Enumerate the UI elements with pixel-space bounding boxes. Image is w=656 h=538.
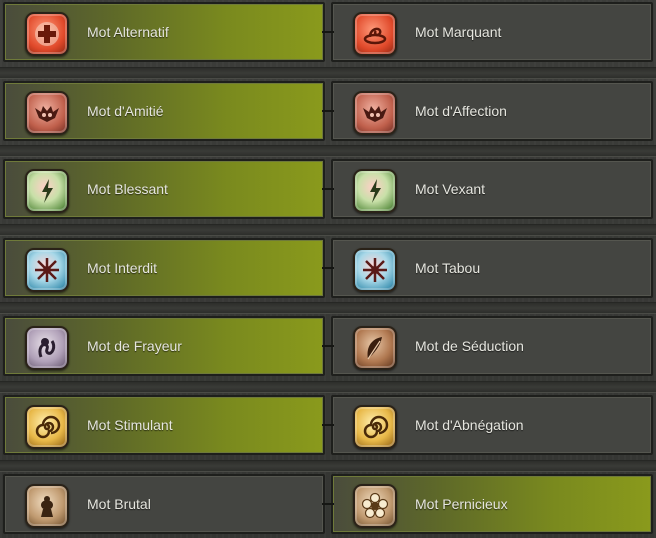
bolt-icon	[353, 169, 397, 213]
variant-connector	[322, 188, 334, 190]
bat-icon	[25, 91, 69, 135]
spiral-icon	[353, 405, 397, 449]
row-separator	[0, 67, 656, 79]
spell-name: Mot Pernicieux	[415, 496, 508, 512]
spell-variant-left[interactable]: Mot Stimulant	[3, 395, 325, 455]
spell-variant-left[interactable]: Mot Alternatif	[3, 2, 325, 62]
spell-row: Mot Brutal Mot Pernicieux	[0, 472, 656, 534]
spell-name: Mot Tabou	[415, 260, 481, 276]
swirl-icon	[353, 12, 397, 56]
spell-row: Mot d'Amitié Mot d'Affection	[0, 79, 656, 141]
spell-variant-right[interactable]: Mot d'Affection	[331, 81, 653, 141]
spell-row: Mot Interdit Mot Tabou	[0, 236, 656, 298]
spell-name: Mot Brutal	[87, 496, 151, 512]
spell-name: Mot de Frayeur	[87, 338, 182, 354]
feather-icon	[353, 326, 397, 370]
bat-icon	[353, 91, 397, 135]
variant-connector	[322, 424, 334, 426]
spell-row: Mot Alternatif Mot Marquant	[0, 0, 656, 62]
spell-row: Mot Stimulant Mot d'Abnégation	[0, 393, 656, 455]
spell-name: Mot Interdit	[87, 260, 158, 276]
spell-variant-left[interactable]: Mot d'Amitié	[3, 81, 325, 141]
spell-variant-left[interactable]: Mot Blessant	[3, 159, 325, 219]
variant-connector	[322, 267, 334, 269]
spell-variant-right[interactable]: Mot Vexant	[331, 159, 653, 219]
spell-variant-left[interactable]: Mot Brutal	[3, 474, 325, 534]
row-separator	[0, 224, 656, 236]
row-separator	[0, 381, 656, 393]
snowflake-icon	[353, 248, 397, 292]
spell-variant-left[interactable]: Mot Interdit	[3, 238, 325, 298]
spell-variant-right[interactable]: Mot Tabou	[331, 238, 653, 298]
variant-connector	[322, 31, 334, 33]
variant-connector	[322, 503, 334, 505]
spell-row: Mot de Frayeur Mot de Séduction	[0, 314, 656, 376]
bolt-icon	[25, 169, 69, 213]
flower-icon	[353, 484, 397, 528]
spell-row: Mot Blessant Mot Vexant	[0, 157, 656, 219]
spell-variant-right[interactable]: Mot Marquant	[331, 2, 653, 62]
bird-icon	[25, 484, 69, 528]
spell-name: Mot d'Amitié	[87, 103, 164, 119]
spell-variant-right[interactable]: Mot Pernicieux	[331, 474, 653, 534]
variant-connector	[322, 345, 334, 347]
cross-icon	[25, 12, 69, 56]
spell-name: Mot de Séduction	[415, 338, 524, 354]
variant-connector	[322, 110, 334, 112]
spell-variant-right[interactable]: Mot de Séduction	[331, 316, 653, 376]
row-separator	[0, 145, 656, 157]
spell-variant-left[interactable]: Mot de Frayeur	[3, 316, 325, 376]
spell-name: Mot Stimulant	[87, 417, 173, 433]
spell-name: Mot Alternatif	[87, 24, 169, 40]
spell-name: Mot Marquant	[415, 24, 502, 40]
spell-name: Mot Vexant	[415, 181, 486, 197]
spell-name: Mot d'Abnégation	[415, 417, 524, 433]
row-separator	[0, 460, 656, 472]
spell-variant-list: Mot Alternatif Mot Marquant Mot d'Amitié Mo…	[0, 0, 656, 538]
snowflake-icon	[25, 248, 69, 292]
spell-variant-right[interactable]: Mot d'Abnégation	[331, 395, 653, 455]
row-separator	[0, 302, 656, 314]
spell-name: Mot Blessant	[87, 181, 168, 197]
spiral-icon	[25, 405, 69, 449]
spell-name: Mot d'Affection	[415, 103, 507, 119]
tentacle-icon	[25, 326, 69, 370]
